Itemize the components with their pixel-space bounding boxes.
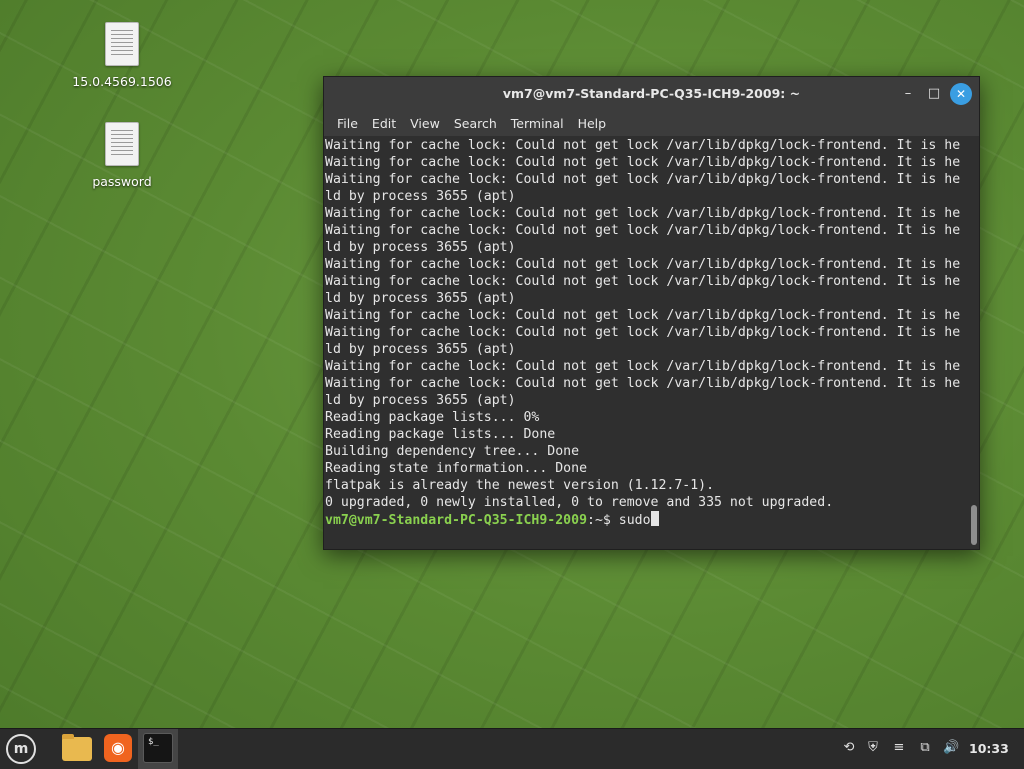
terminal-line: Waiting for cache lock: Could not get lo… [325,257,961,272]
desktop-file-15-0-4569-1506[interactable]: 15.0.4569.1506 [67,22,177,89]
terminal-window: vm7@vm7-Standard-PC-Q35-ICH9-2009: ~ – □… [323,76,980,550]
terminal-line: Reading package lists... Done [325,427,556,442]
network-icon[interactable]: ⧉ [918,741,932,755]
terminal-line: ld by process 3655 (apt) [325,393,516,408]
menu-file[interactable]: File [330,116,365,131]
desktop-file-label: 15.0.4569.1506 [72,74,172,89]
menu-bar: File Edit View Search Terminal Help [324,110,979,136]
close-button[interactable]: ✕ [950,83,972,105]
terminal-line: Waiting for cache lock: Could not get lo… [325,138,961,153]
menu-icon[interactable]: m [6,734,36,764]
update-icon[interactable]: ⟲ [842,741,856,755]
terminal-line: flatpak is already the newest version (1… [325,478,715,493]
text-cursor [650,511,659,526]
terminal-line: ld by process 3655 (apt) [325,189,516,204]
terminal-scrollbar[interactable] [969,137,977,547]
document-icon [105,22,139,66]
minimize-button[interactable]: – [897,83,919,105]
terminal-line: ld by process 3655 (apt) [325,240,516,255]
terminal-line: Reading state information... Done [325,461,588,476]
terminal-line: Waiting for cache lock: Could not get lo… [325,376,961,391]
desktop-file-password[interactable]: password [67,122,177,189]
terminal-line: Waiting for cache lock: Could not get lo… [325,359,961,374]
terminal-line: ld by process 3655 (apt) [325,342,516,357]
clock[interactable]: 10:33 [969,741,1009,756]
terminal-line: Reading package lists... 0% [325,410,540,425]
maximize-button[interactable]: □ [923,83,945,105]
desktop-file-label: password [92,174,152,189]
terminal-output[interactable]: Waiting for cache lock: Could not get lo… [324,137,964,549]
prompt-line: vm7@vm7-Standard-PC-Q35-ICH9-2009:~$ sud… [324,511,964,529]
terminal-line: Waiting for cache lock: Could not get lo… [325,155,961,170]
shield-icon[interactable]: ⛨ [866,741,880,755]
menu-search[interactable]: Search [447,116,504,131]
terminal-line: Waiting for cache lock: Could not get lo… [325,274,961,289]
terminal-line: Building dependency tree... Done [325,444,580,459]
terminal-line: Waiting for cache lock: Could not get lo… [325,223,961,238]
terminal-line: 0 upgraded, 0 newly installed, 0 to remo… [325,495,834,510]
notes-icon[interactable]: ≡ [892,741,906,755]
terminal-line: Waiting for cache lock: Could not get lo… [325,172,961,187]
files-icon[interactable] [62,734,92,761]
scrollbar-thumb[interactable] [971,505,977,545]
terminal-line: Waiting for cache lock: Could not get lo… [325,308,961,323]
menu-terminal[interactable]: Terminal [504,116,571,131]
taskbar: m ◉ $_ ⟲ ⛨ ≡ ⧉ 🔊 10:33 [0,728,1024,769]
terminal-line: ld by process 3655 (apt) [325,291,516,306]
window-titlebar[interactable]: vm7@vm7-Standard-PC-Q35-ICH9-2009: ~ – □… [324,77,979,110]
menu-view[interactable]: View [403,116,447,131]
terminal-icon[interactable]: $_ [143,733,173,763]
terminal-line: Waiting for cache lock: Could not get lo… [325,206,961,221]
prompt-user-host: vm7@vm7-Standard-PC-Q35-ICH9-2009 [325,513,588,528]
menu-edit[interactable]: Edit [365,116,403,131]
firefox-icon[interactable]: ◉ [104,734,132,762]
volume-icon[interactable]: 🔊 [943,741,959,755]
command-input[interactable]: sudo [619,513,651,528]
document-icon [105,122,139,166]
menu-help[interactable]: Help [571,116,614,131]
terminal-line: Waiting for cache lock: Could not get lo… [325,325,961,340]
window-title: vm7@vm7-Standard-PC-Q35-ICH9-2009: ~ [502,86,801,101]
prompt-suffix: :~$ [587,513,619,528]
